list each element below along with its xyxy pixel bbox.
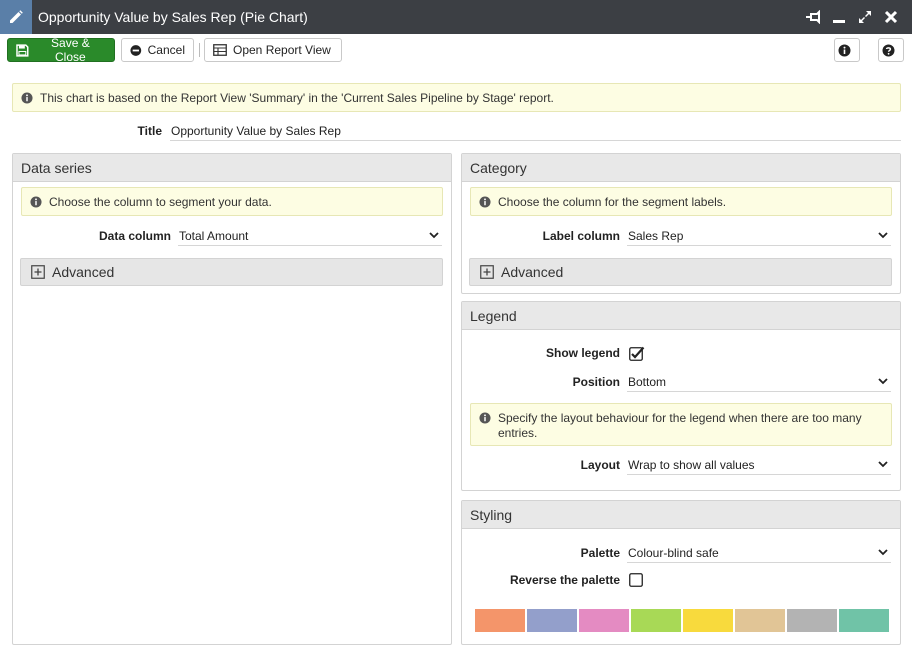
table-icon: [213, 44, 227, 56]
palette-swatch: [839, 609, 889, 632]
window-title: Opportunity Value by Sales Rep (Pie Char…: [38, 9, 308, 25]
chevron-down-icon: [878, 232, 888, 239]
category-advanced-toggle[interactable]: Advanced: [469, 258, 892, 286]
data-series-advanced-toggle[interactable]: Advanced: [20, 258, 443, 286]
toolbar: Save & Close Cancel Open Report View: [0, 34, 912, 64]
position-select[interactable]: Bottom: [627, 372, 891, 392]
checkmark-icon: [629, 346, 645, 361]
chevron-down-icon: [878, 461, 888, 468]
save-close-button[interactable]: Save & Close: [7, 36, 115, 64]
palette-select[interactable]: Colour-blind safe: [627, 543, 891, 563]
palette-swatch: [579, 609, 629, 632]
help-button[interactable]: [878, 38, 904, 62]
layout-select[interactable]: Wrap to show all values: [627, 455, 891, 475]
data-column-label: Data column: [98, 229, 171, 243]
title-label: Title: [137, 124, 162, 138]
palette-swatch: [475, 609, 525, 632]
minus-circle-icon: [130, 44, 142, 56]
data-column-select[interactable]: Total Amount: [178, 226, 442, 246]
empty-checkbox-icon: [629, 573, 643, 587]
data-series-header: Data series: [13, 154, 451, 182]
toolbar-separator: [199, 43, 200, 57]
floppy-disk-icon: [16, 43, 29, 57]
data-series-hint: Choose the column to segment your data.: [21, 187, 443, 216]
label-column-value: Sales Rep: [628, 228, 684, 243]
cancel-label: Cancel: [147, 43, 185, 57]
cancel-button[interactable]: Cancel: [121, 38, 194, 62]
reverse-palette-checkbox[interactable]: [629, 573, 643, 587]
label-column-select[interactable]: Sales Rep: [627, 226, 891, 246]
reverse-palette-label: Reverse the palette: [509, 573, 620, 587]
info-icon: [479, 412, 491, 424]
legend-layout-hint: Specify the layout behaviour for the leg…: [470, 403, 892, 446]
plus-square-icon: [31, 265, 45, 279]
plus-square-icon: [480, 265, 494, 279]
info-icon: [838, 44, 850, 56]
palette-swatch: [787, 609, 837, 632]
layout-value: Wrap to show all values: [628, 457, 755, 472]
chevron-down-icon: [429, 232, 439, 239]
layout-label: Layout: [580, 458, 620, 472]
palette-swatch: [683, 609, 733, 632]
position-label: Position: [572, 375, 620, 389]
save-close-label: Save & Close: [51, 36, 90, 64]
close-icon[interactable]: [882, 8, 900, 26]
title-input[interactable]: Opportunity Value by Sales Rep: [170, 121, 901, 141]
info-icon: [30, 196, 42, 208]
palette-preview: [475, 609, 889, 632]
category-hint-text: Choose the column for the segment labels…: [498, 195, 727, 209]
show-legend-checkbox[interactable]: [629, 346, 645, 361]
pencil-icon[interactable]: [0, 0, 32, 34]
position-value: Bottom: [628, 374, 667, 389]
palette-label: Palette: [580, 546, 620, 560]
pin-icon[interactable]: [804, 8, 822, 26]
palette-swatch: [735, 609, 785, 632]
maximize-icon[interactable]: [856, 8, 874, 26]
legend-layout-hint-text: Specify the layout behaviour for the leg…: [498, 411, 862, 440]
info-icon: [21, 92, 33, 104]
palette-swatch: [631, 609, 681, 632]
report-source-info: This chart is based on the Report View '…: [12, 83, 901, 112]
data-column-value: Total Amount: [179, 228, 249, 243]
advanced-label: Advanced: [52, 264, 115, 280]
styling-header: Styling: [462, 501, 900, 529]
category-header: Category: [462, 154, 900, 182]
chevron-down-icon: [878, 549, 888, 556]
show-legend-label: Show legend: [545, 346, 620, 360]
palette-value: Colour-blind safe: [628, 545, 719, 560]
report-source-text: This chart is based on the Report View '…: [40, 91, 554, 105]
info-icon: [479, 196, 491, 208]
window-titlebar: Opportunity Value by Sales Rep (Pie Char…: [0, 0, 912, 34]
palette-swatch: [527, 609, 577, 632]
open-report-view-label: Open Report View: [233, 43, 331, 57]
legend-header: Legend: [462, 302, 900, 330]
info-button[interactable]: [834, 38, 860, 62]
question-icon: [882, 44, 894, 56]
open-report-view-button[interactable]: Open Report View: [204, 38, 342, 62]
label-column-label: Label column: [542, 229, 620, 243]
chevron-down-icon: [878, 378, 888, 385]
minimize-icon[interactable]: [830, 8, 848, 26]
category-hint: Choose the column for the segment labels…: [470, 187, 892, 216]
advanced-label: Advanced: [501, 264, 564, 280]
data-series-hint-text: Choose the column to segment your data.: [49, 195, 272, 209]
